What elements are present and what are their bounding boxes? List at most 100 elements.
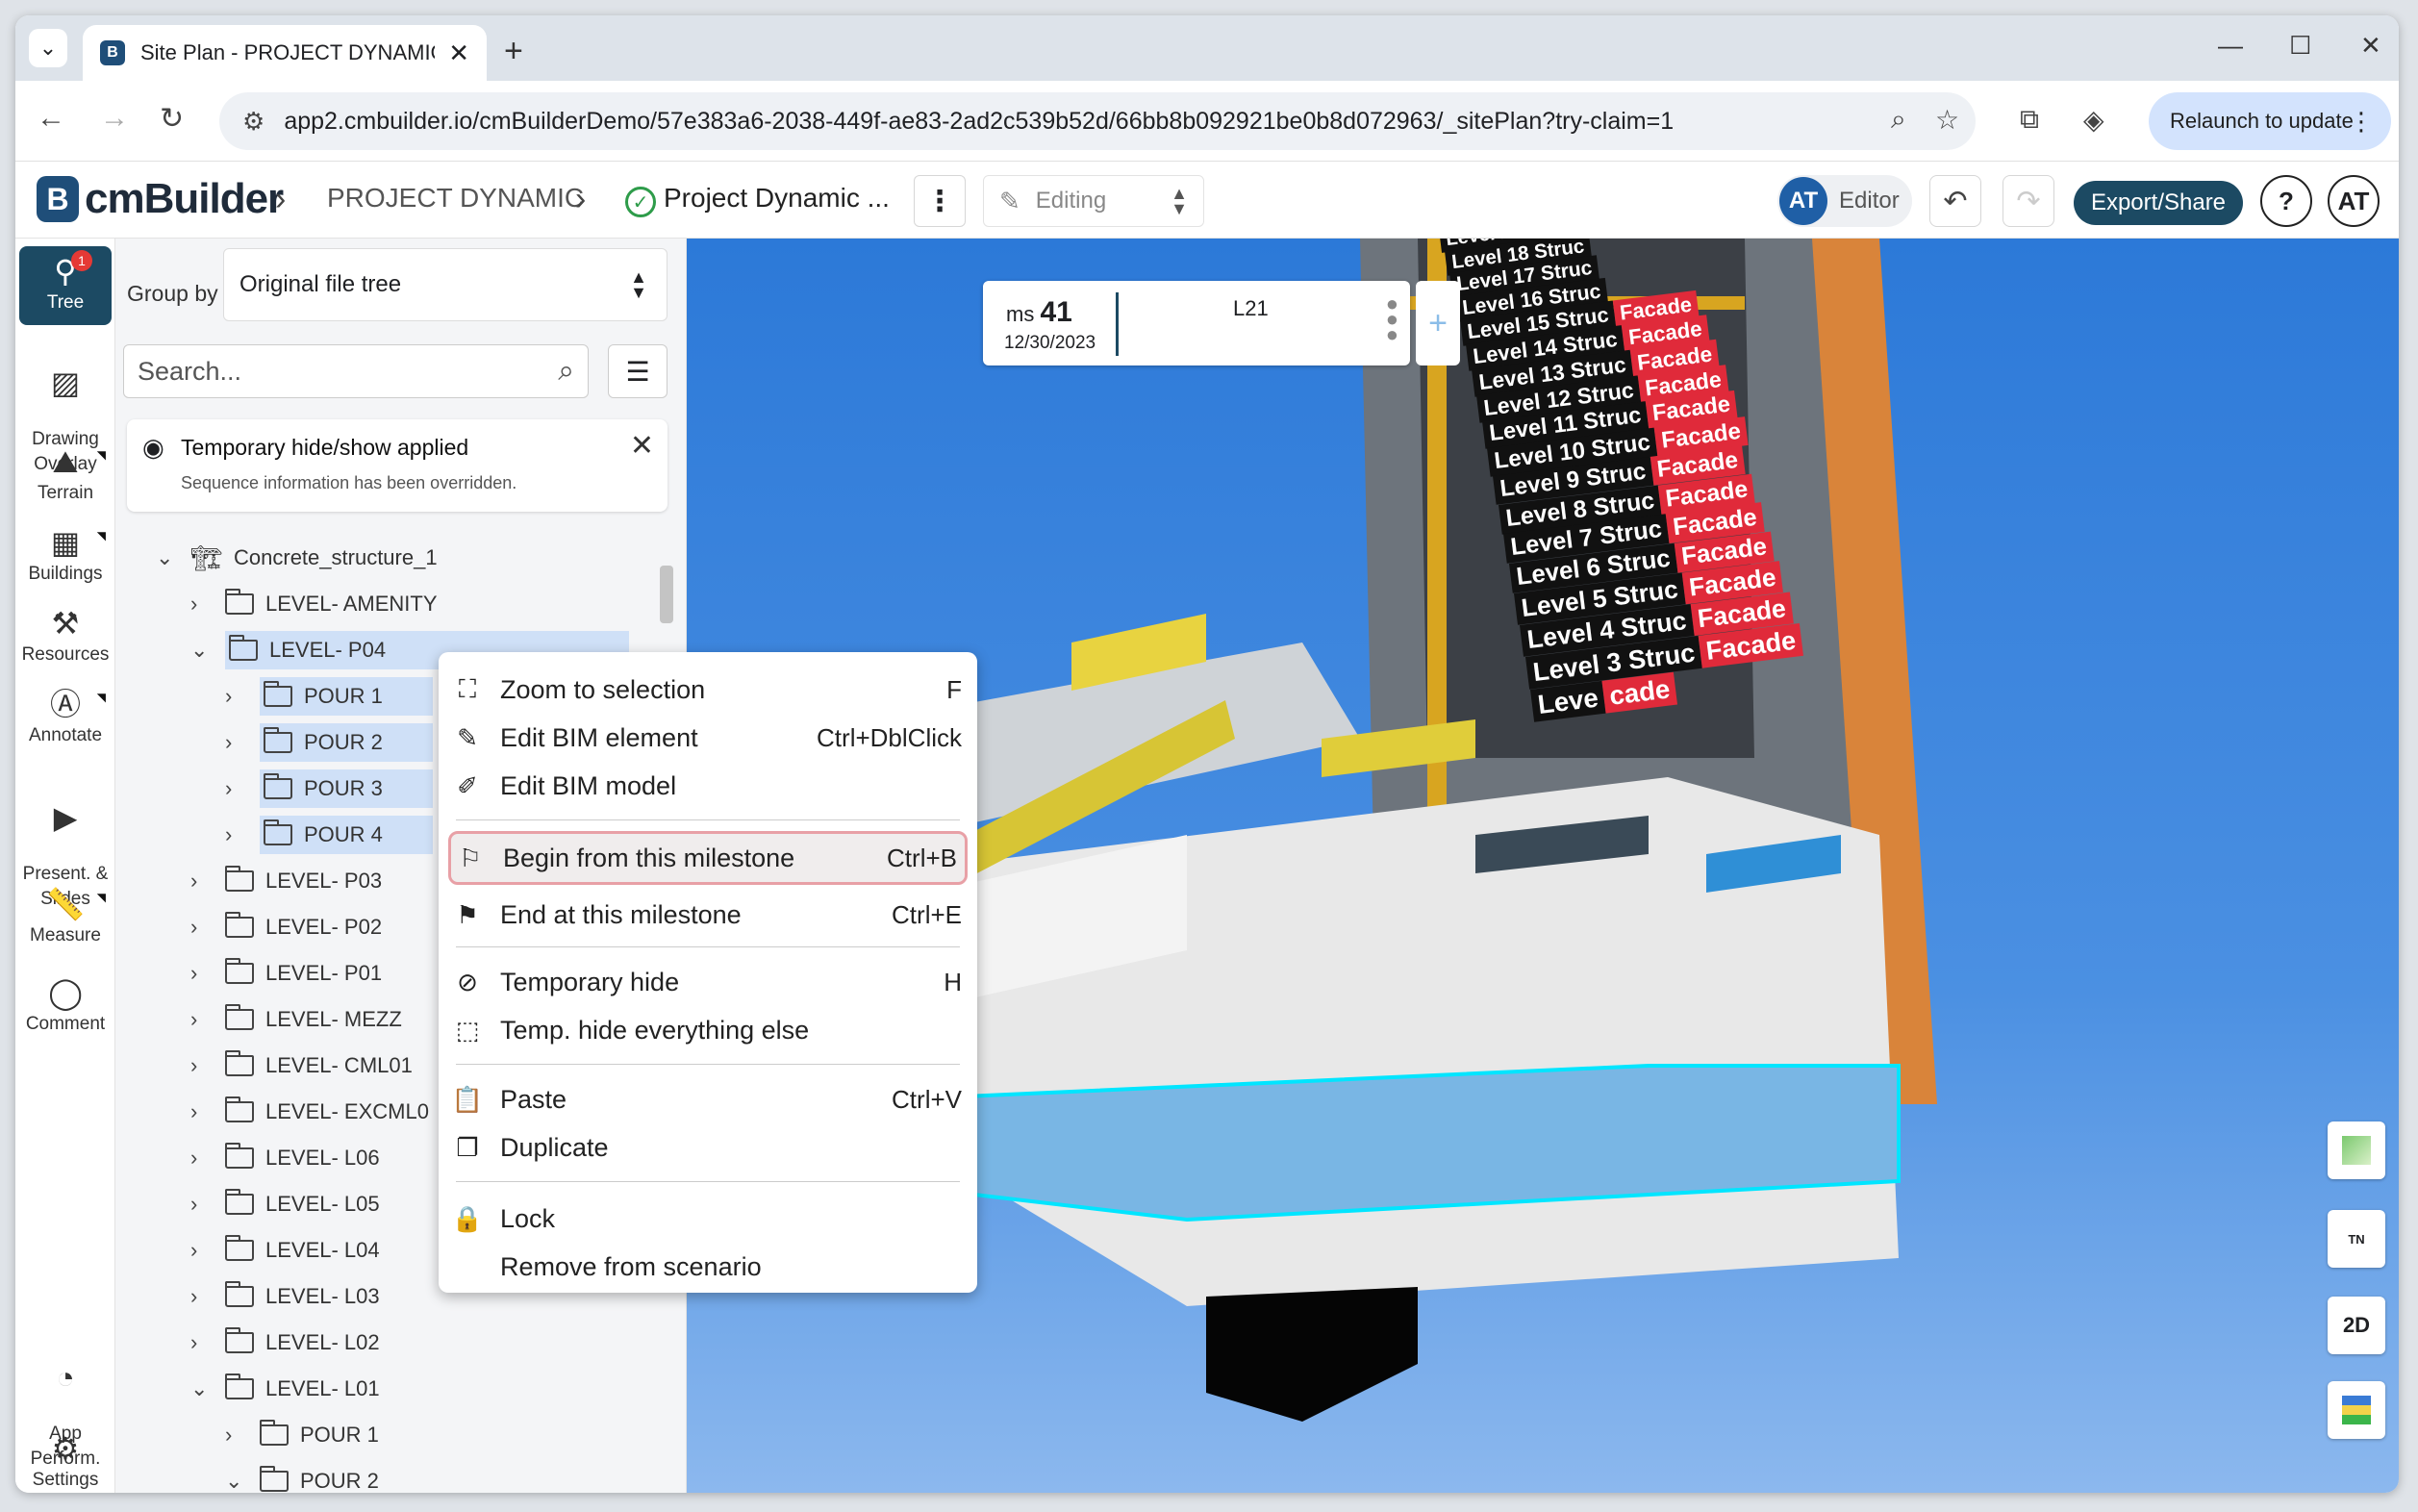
tree-row[interactable]: › LEVEL- AMENITY (190, 585, 438, 623)
chevron-right-icon[interactable]: › (190, 1099, 214, 1124)
tree-scrollbar[interactable] (660, 566, 673, 623)
chevron-right-icon[interactable]: › (225, 1423, 248, 1448)
export-share-button[interactable]: Export/Share (2074, 181, 2243, 225)
rail-item-buildings[interactable]: ◥ ▦ Buildings (15, 523, 115, 587)
map-layer-button[interactable] (2328, 1121, 2385, 1179)
menu-item-duplicate[interactable]: ❐ Duplicate (439, 1125, 977, 1170)
site-info-icon[interactable]: ⚙ (242, 107, 264, 137)
chevron-right-icon[interactable]: › (225, 822, 248, 847)
relaunch-button[interactable]: Relaunch to update ⋮ (2149, 92, 2391, 150)
bookmark-star-icon[interactable]: ☆ (1935, 104, 1959, 136)
rail-item-annotate[interactable]: ◥ Ⓐ Annotate (15, 685, 115, 748)
logo[interactable]: B cmBuilder (37, 175, 284, 223)
tree-row-selected[interactable]: POUR 4 (260, 816, 433, 854)
plan-menu-button[interactable]: ⋮ (914, 175, 966, 227)
chevron-down-icon[interactable]: ⌄ (190, 638, 214, 663)
menu-item-end-at-milestone[interactable]: ⚑ End at this milestone Ctrl+E (439, 893, 977, 937)
search-input[interactable]: Search... ⌕ (123, 344, 589, 398)
extension-app-icon[interactable]: ◈ (2083, 104, 2104, 136)
rail-item-tree[interactable]: ⚲ 1 Tree (19, 246, 112, 325)
tree-row[interactable]: › LEVEL- P03 (190, 862, 382, 900)
rail-item-terrain[interactable]: ◥ ⛰ Terrain (15, 442, 115, 506)
groupby-select[interactable]: Original file tree ▲ ▼ (223, 248, 667, 321)
tree-row-selected[interactable]: POUR 3 (260, 769, 433, 808)
menu-item-begin-from-milestone[interactable]: ⚐ Begin from this milestone Ctrl+B (448, 831, 968, 885)
tree-row[interactable]: › LEVEL- L05 (190, 1185, 380, 1223)
tree-row[interactable]: › LEVEL- L03 (190, 1277, 380, 1316)
chevron-right-icon[interactable]: › (225, 730, 248, 755)
breadcrumb-project[interactable]: PROJECT DYNAMIC (327, 183, 584, 214)
zoom-icon[interactable]: ⌕ (1891, 104, 1906, 136)
reload-icon[interactable]: ↻ (160, 102, 184, 136)
menu-item-temporary-hide[interactable]: ⊘ Temporary hide H (439, 960, 977, 1004)
back-icon[interactable]: ← (37, 102, 65, 135)
chevron-right-icon[interactable]: › (225, 776, 248, 801)
tree-row[interactable]: ⌄ POUR 2 (225, 1462, 379, 1493)
menu-item-edit-bim-element[interactable]: ✎ Edit BIM element Ctrl+DblClick (439, 716, 977, 760)
rail-item-settings[interactable]: ⚙ Settings (15, 1429, 115, 1493)
filter-button[interactable]: ☰ (608, 344, 667, 398)
maximize-icon[interactable]: ☐ (2289, 31, 2311, 61)
menu-item-remove-from-scenario[interactable]: Remove from scenario (439, 1245, 977, 1289)
browser-tab[interactable]: B Site Plan - PROJECT DYNAMIC | ✕ (83, 25, 487, 81)
menu-item-lock[interactable]: 🔒 Lock (439, 1197, 977, 1241)
tree-row[interactable]: › LEVEL- P02 (190, 908, 382, 946)
tree-row[interactable]: › LEVEL- L02 (190, 1323, 380, 1362)
undo-button[interactable]: ↶ (1929, 175, 1981, 227)
redo-button[interactable]: ↷ (2002, 175, 2054, 227)
chevron-right-icon[interactable]: › (190, 869, 214, 894)
browser-menu-icon[interactable]: ⋮ (2349, 107, 2374, 137)
menu-item-edit-bim-model[interactable]: ✐ Edit BIM model (439, 764, 977, 808)
address-bar[interactable]: ⚙ app2.cmbuilder.io/cmBuilderDemo/57e383… (219, 92, 1976, 150)
menu-item-temp-hide-else[interactable]: ⬚ Temp. hide everything else (439, 1008, 977, 1052)
tree-row[interactable]: › POUR 2 (225, 723, 433, 762)
tree-row[interactable]: ⌄ 🏗 Concrete_structure_1 (156, 539, 438, 577)
chevron-right-icon[interactable]: › (190, 592, 214, 617)
menu-item-paste[interactable]: 📋 Paste Ctrl+V (439, 1077, 977, 1121)
close-icon[interactable]: ✕ (630, 429, 654, 463)
tree-row[interactable]: › LEVEL- L06 (190, 1139, 380, 1177)
tree-row[interactable]: › LEVEL- EXCML0 (190, 1093, 429, 1131)
tree-row[interactable]: › POUR 4 (225, 816, 433, 854)
more-vertical-icon[interactable]: ● ● ● (1386, 293, 1398, 345)
chevron-right-icon[interactable]: › (190, 1007, 214, 1032)
color-legend-button[interactable] (2328, 1381, 2385, 1439)
chevron-right-icon[interactable]: › (190, 1192, 214, 1217)
chevron-right-icon[interactable]: › (190, 1146, 214, 1171)
minimize-icon[interactable]: — (2218, 31, 2243, 61)
chevron-right-icon[interactable]: › (190, 915, 214, 940)
extensions-icon[interactable]: ⧉ (2020, 104, 2039, 136)
tree-row[interactable]: › POUR 3 (225, 769, 433, 808)
mode-select[interactable]: ✎ Editing ▲ ▼ (983, 175, 1204, 227)
tree-row[interactable]: › LEVEL- CML01 (190, 1046, 413, 1085)
tree-row[interactable]: › POUR 1 (225, 1416, 379, 1454)
chevron-down-icon[interactable]: ⌄ (225, 1469, 248, 1493)
chevron-right-icon[interactable]: › (190, 1238, 214, 1263)
tree-row-selected[interactable]: POUR 2 (260, 723, 433, 762)
forward-icon[interactable]: → (100, 102, 129, 135)
breadcrumb-plan[interactable]: Project Dynamic ... (664, 183, 890, 214)
chevron-right-icon[interactable]: › (190, 1053, 214, 1078)
tree-row[interactable]: › LEVEL- L04 (190, 1231, 380, 1270)
tree-row[interactable]: ⌄ LEVEL- L01 (190, 1370, 380, 1408)
role-badge[interactable]: AT Editor (1777, 175, 1912, 227)
milestone-card[interactable]: ms 41 12/30/2023 L21 ● ● ● (983, 281, 1410, 365)
close-icon[interactable]: ✕ (448, 38, 469, 68)
menu-item-zoom-to-selection[interactable]: ⛶ Zoom to selection F (439, 668, 977, 712)
2d-view-button[interactable]: 2D (2328, 1297, 2385, 1354)
user-menu-button[interactable]: AT (2328, 175, 2380, 227)
help-button[interactable]: ? (2260, 175, 2312, 227)
window-close-icon[interactable]: ✕ (2360, 31, 2381, 61)
chevron-right-icon[interactable]: › (190, 961, 214, 986)
rail-item-measure[interactable]: ◥ 📏 Measure (15, 885, 115, 948)
rail-item-comment[interactable]: ◯ Comment (15, 973, 115, 1037)
search-icon[interactable]: ⌕ (558, 355, 574, 388)
chevron-right-icon[interactable]: › (190, 1284, 214, 1309)
tree-row[interactable]: › LEVEL- P01 (190, 954, 382, 993)
new-tab-icon[interactable]: + (504, 33, 523, 70)
add-milestone-button[interactable]: + (1416, 281, 1460, 365)
chevron-right-icon[interactable]: › (225, 684, 248, 709)
tab-search-button[interactable]: ⌄ (29, 29, 67, 67)
tree-row-selected[interactable]: POUR 1 (260, 677, 433, 716)
north-button[interactable]: TN (2328, 1210, 2385, 1268)
